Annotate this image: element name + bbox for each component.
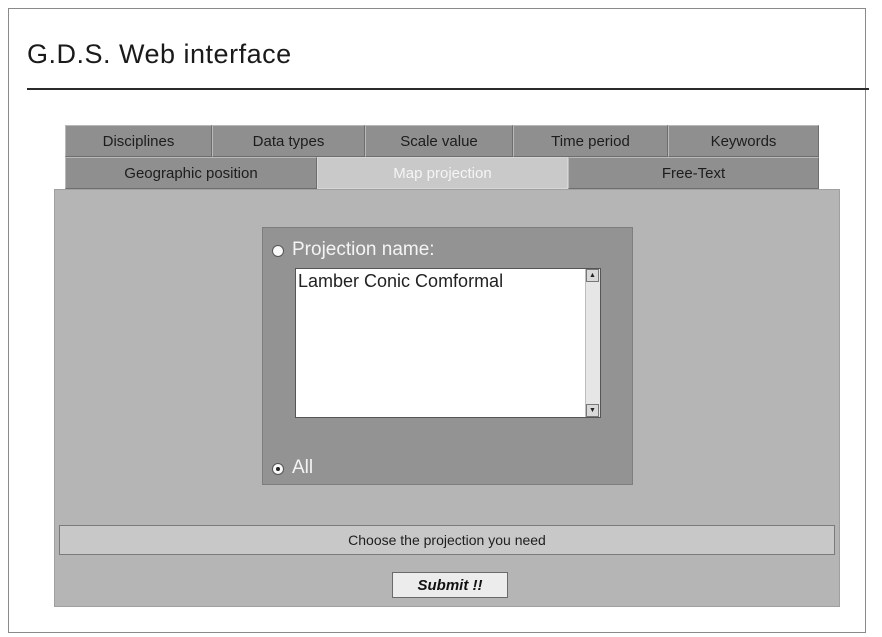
listbox-scrollbar[interactable]: ▲ ▼ — [585, 269, 600, 417]
projection-selector-box: Projection name: Lamber Conic Comformal … — [262, 227, 633, 485]
projection-option[interactable]: Lamber Conic Comformal — [298, 271, 503, 292]
projection-name-label: Projection name: — [292, 239, 435, 260]
tab-data-types[interactable]: Data types — [212, 125, 365, 157]
tab-free-text[interactable]: Free-Text — [568, 157, 819, 189]
page-frame: G.D.S. Web interface Disciplines Data ty… — [8, 8, 869, 633]
scroll-up-icon[interactable]: ▲ — [586, 269, 599, 282]
submit-button[interactable]: Submit !! — [392, 572, 508, 598]
projection-listbox[interactable]: Lamber Conic Comformal ▲ ▼ — [295, 268, 601, 418]
tab-map-projection[interactable]: Map projection — [317, 157, 568, 189]
tab-time-period[interactable]: Time period — [513, 125, 668, 157]
tab-scale-value[interactable]: Scale value — [365, 125, 513, 157]
all-radio[interactable] — [272, 463, 284, 475]
title-divider — [27, 88, 869, 90]
tab-geographic-position[interactable]: Geographic position — [65, 157, 317, 189]
page-title: G.D.S. Web interface — [27, 39, 292, 69]
map-projection-panel: Projection name: Lamber Conic Comformal … — [54, 189, 840, 607]
tab-keywords[interactable]: Keywords — [668, 125, 819, 157]
all-label: All — [292, 457, 314, 478]
tab-disciplines[interactable]: Disciplines — [65, 125, 212, 157]
scroll-down-icon[interactable]: ▼ — [586, 404, 599, 417]
tab-row-2: Geographic position Map projection Free-… — [65, 157, 819, 189]
status-message: Choose the projection you need — [59, 525, 835, 555]
projection-name-radio[interactable] — [272, 245, 284, 257]
tab-row-1: Disciplines Data types Scale value Time … — [65, 125, 819, 157]
